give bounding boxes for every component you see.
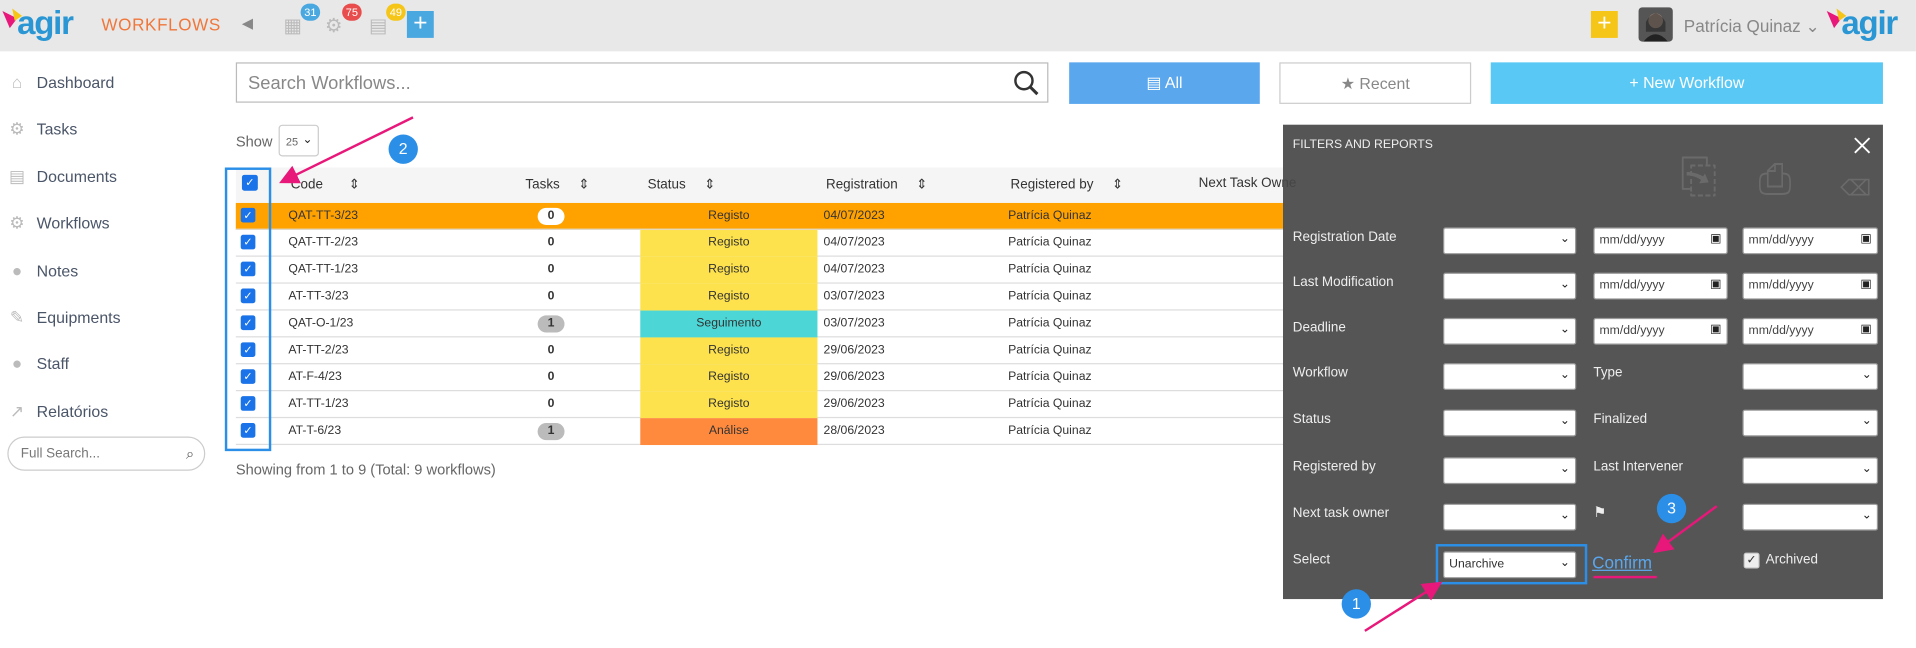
annotation-arrows [279,116,1718,632]
